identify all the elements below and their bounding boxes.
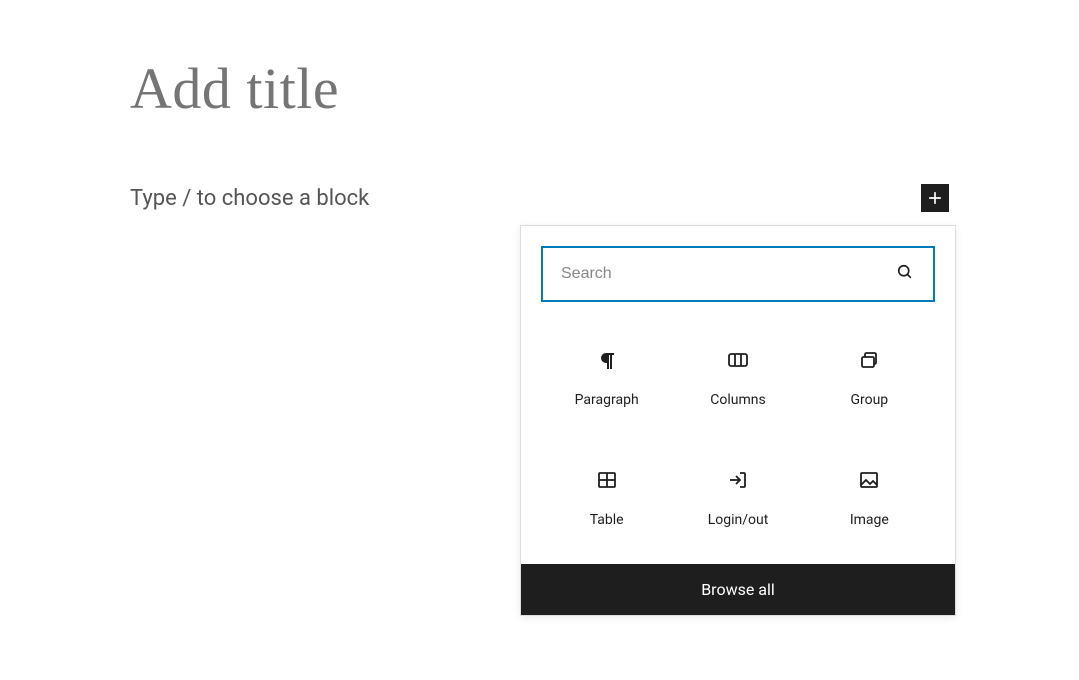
search-box <box>541 246 935 302</box>
block-item-table[interactable]: Table <box>541 452 672 544</box>
block-label: Table <box>590 512 624 528</box>
image-icon <box>857 468 881 492</box>
block-item-login-out[interactable]: Login/out <box>672 452 803 544</box>
block-item-image[interactable]: Image <box>804 452 935 544</box>
block-label: Columns <box>710 392 765 408</box>
add-block-button[interactable] <box>921 184 949 212</box>
block-label: Image <box>850 512 889 528</box>
block-search-input[interactable] <box>561 265 895 283</box>
group-icon <box>857 348 881 372</box>
plus-icon <box>925 188 945 208</box>
block-label: Paragraph <box>575 392 639 408</box>
columns-icon <box>726 348 750 372</box>
post-title-input[interactable] <box>130 55 949 122</box>
block-item-columns[interactable]: Columns <box>672 332 803 424</box>
block-label: Group <box>850 392 888 408</box>
block-inserter-panel: Paragraph Columns Group <box>520 225 956 616</box>
table-icon <box>595 468 619 492</box>
login-icon <box>726 468 750 492</box>
browse-all-button[interactable]: Browse all <box>521 564 955 615</box>
blocks-grid: Paragraph Columns Group <box>521 322 955 564</box>
block-item-paragraph[interactable]: Paragraph <box>541 332 672 424</box>
block-label: Login/out <box>708 512 769 528</box>
block-item-group[interactable]: Group <box>804 332 935 424</box>
content-placeholder[interactable]: Type / to choose a block <box>130 186 369 211</box>
paragraph-icon <box>595 348 619 372</box>
search-icon <box>895 262 915 286</box>
